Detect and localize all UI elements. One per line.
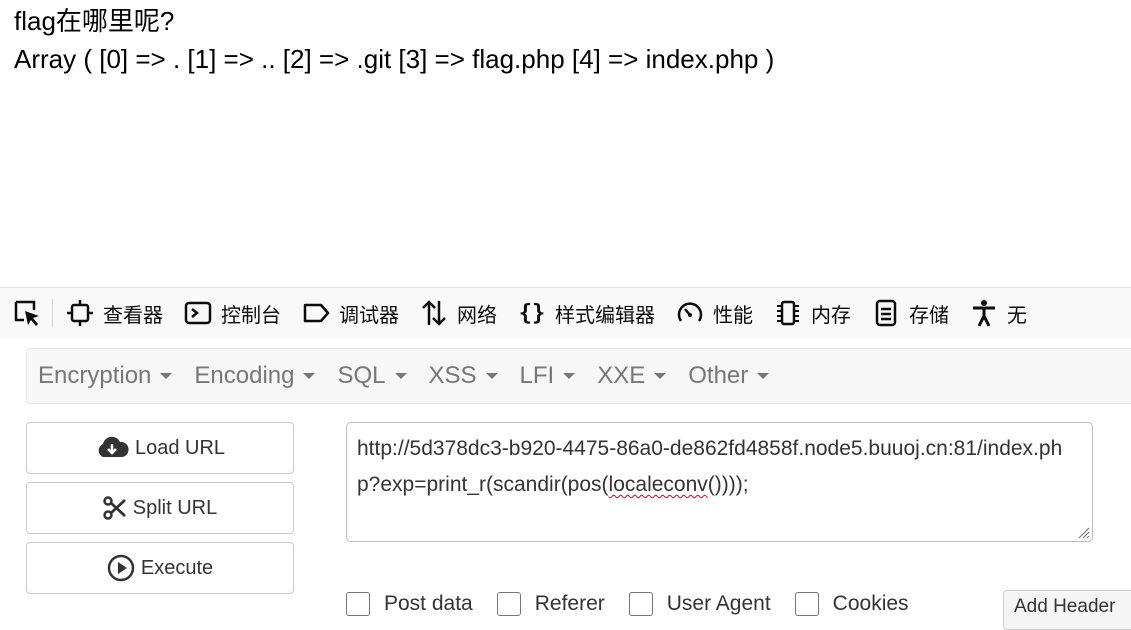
- tab-label: 网络: [457, 302, 497, 327]
- menu-label: Encryption: [38, 362, 152, 389]
- caret-down-icon: [485, 373, 498, 379]
- devtools-toolbar: 查看器 控制台 调试器 网络 {} 样式编辑器 性能 内存 存储 无: [0, 287, 1131, 339]
- menu-label: Encoding: [194, 362, 295, 389]
- checkbox-label: Referer: [534, 592, 605, 615]
- cookies-checkbox[interactable]: Cookies: [794, 592, 909, 616]
- tab-console[interactable]: 控制台: [173, 289, 291, 337]
- caret-down-icon: [757, 373, 770, 379]
- performance-icon: [675, 298, 705, 328]
- caret-down-icon: [563, 373, 576, 379]
- caret-down-icon: [303, 373, 316, 379]
- tab-network[interactable]: 网络: [409, 289, 507, 337]
- debugger-icon: [301, 298, 331, 328]
- execute-label: Execute: [140, 556, 214, 579]
- checkbox-label: User Agent: [666, 592, 771, 615]
- referer-checkbox[interactable]: Referer: [496, 592, 605, 616]
- hackbar-menu: Encryption Encoding SQL XSS LFI XXE Othe…: [26, 348, 1131, 404]
- scissors-icon: [103, 496, 127, 520]
- url-textarea[interactable]: http://5d378dc3-b920-4475-86a0-de862fd48…: [346, 422, 1093, 542]
- split-url-label: Split URL: [132, 496, 218, 519]
- tab-label: 样式编辑器: [555, 302, 655, 327]
- menu-label: LFI: [519, 362, 555, 389]
- menu-encryption[interactable]: Encryption: [27, 362, 183, 390]
- page-heading: flag在哪里呢?: [14, 6, 175, 36]
- element-picker-icon: [12, 298, 42, 328]
- scandir-output: Array ( [0] => . [1] => .. [2] => .git […: [14, 44, 775, 74]
- inspector-icon: [65, 298, 95, 328]
- menu-sql[interactable]: SQL: [326, 362, 417, 390]
- url-text-suffix: ())));: [707, 473, 749, 496]
- tab-label: 控制台: [221, 302, 281, 327]
- url-text-misspelled: localeconv: [608, 473, 708, 496]
- tab-performance[interactable]: 性能: [665, 289, 763, 337]
- menu-xss[interactable]: XSS: [418, 362, 509, 390]
- caret-down-icon: [394, 373, 407, 379]
- tab-label: 调试器: [339, 302, 399, 327]
- load-url-label: Load URL: [134, 436, 226, 459]
- cloud-download-icon: [95, 435, 129, 461]
- accessibility-icon: [969, 298, 999, 328]
- checkbox-label: Cookies: [832, 592, 909, 615]
- load-url-button[interactable]: Load URL: [26, 422, 294, 474]
- menu-lfi[interactable]: LFI: [509, 362, 587, 390]
- toolbar-separator: [52, 299, 53, 327]
- hackbar-options: Post data Referer User Agent Cookies: [346, 592, 933, 616]
- checkbox-box[interactable]: [794, 592, 819, 616]
- resize-grip-icon[interactable]: [1076, 525, 1090, 539]
- page-output: flag在哪里呢? Array ( [0] => . [1] => .. [2]…: [14, 2, 774, 78]
- post-data-checkbox[interactable]: Post data: [346, 592, 473, 616]
- execute-button[interactable]: Execute: [26, 542, 294, 594]
- tab-memory[interactable]: 内存: [763, 289, 861, 337]
- checkbox-label: Post data: [384, 592, 473, 615]
- checkbox-box[interactable]: [628, 592, 653, 616]
- menu-label: XXE: [597, 362, 646, 389]
- menu-label: SQL: [337, 362, 386, 389]
- element-picker-button[interactable]: [0, 289, 50, 337]
- network-icon: [419, 298, 449, 328]
- tab-label: 存储: [909, 302, 949, 327]
- style-editor-icon: {}: [518, 300, 546, 326]
- menu-encoding[interactable]: Encoding: [183, 362, 326, 390]
- tab-label: 查看器: [103, 302, 163, 327]
- caret-down-icon: [654, 373, 667, 379]
- tab-inspector[interactable]: 查看器: [55, 289, 173, 337]
- tab-style-editor[interactable]: {} 样式编辑器: [507, 289, 665, 337]
- menu-other[interactable]: Other: [677, 362, 780, 390]
- console-icon: [183, 298, 213, 328]
- tab-accessibility[interactable]: 无: [959, 289, 1037, 337]
- tab-label: 性能: [713, 302, 753, 327]
- menu-label: XSS: [428, 362, 477, 389]
- checkbox-box[interactable]: [496, 592, 521, 616]
- split-url-button[interactable]: Split URL: [26, 482, 294, 534]
- add-header-button[interactable]: Add Header: [1003, 590, 1131, 630]
- menu-label: Other: [688, 362, 749, 389]
- hackbar-panel: Encryption Encoding SQL XSS LFI XXE Othe…: [0, 338, 1131, 630]
- checkbox-box[interactable]: [346, 592, 370, 616]
- tab-storage[interactable]: 存储: [861, 289, 959, 337]
- tab-label: 内存: [811, 302, 851, 327]
- tab-label: 无: [1007, 302, 1027, 327]
- tab-debugger[interactable]: 调试器: [291, 289, 409, 337]
- caret-down-icon: [160, 373, 173, 379]
- user-agent-checkbox[interactable]: User Agent: [628, 592, 771, 616]
- storage-icon: [871, 298, 901, 328]
- memory-icon: [773, 298, 803, 328]
- menu-xxe[interactable]: XXE: [586, 362, 677, 390]
- play-circle-icon: [107, 554, 135, 582]
